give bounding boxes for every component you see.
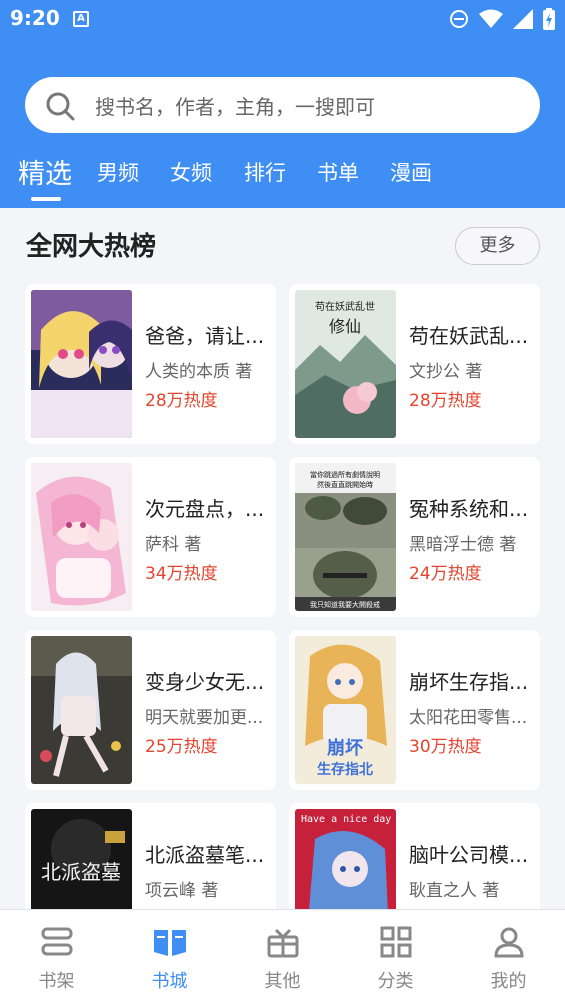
nav-bookstore[interactable]: 书城 [113, 910, 226, 1004]
book-author: 明天就要加更... [145, 708, 264, 728]
user-icon [494, 927, 524, 958]
book-card[interactable]: 次元盘点，... 萨科 著 34万热度 [25, 457, 276, 617]
tab-female[interactable]: 女频 [170, 157, 212, 187]
search-bar[interactable]: 搜书名，作者，主角，一搜即可 [25, 77, 540, 133]
book-cover: 崩坏 生存指北 [295, 636, 396, 784]
book-title: 变身少女无... [145, 670, 265, 694]
svg-text:修仙: 修仙 [329, 317, 361, 336]
book-heat: 25万热度 [145, 737, 218, 757]
svg-text:苟在妖武乱世: 苟在妖武乱世 [315, 300, 375, 313]
header: 9:20 A 搜书名，作者，主角，一搜即可 精选 男频 女频 排行 书单 漫画 [0, 0, 565, 208]
book-card[interactable]: 变身少女无... 明天就要加更... 25万热度 [25, 630, 276, 790]
book-cover [31, 290, 132, 438]
book-title: 崩坏生存指... [409, 670, 529, 694]
book-heat: 30万热度 [409, 737, 482, 757]
tab-featured[interactable]: 精选 [18, 152, 72, 191]
active-tab-indicator [31, 197, 61, 201]
tab-comics[interactable]: 漫画 [390, 157, 432, 187]
book-heat: 34万热度 [145, 564, 218, 584]
book-author: 萨科 著 [145, 535, 202, 555]
nav-profile[interactable]: 我的 [452, 910, 565, 1004]
book-card[interactable]: 苟在妖武乱世 修仙 苟在妖武乱... 文抄公 著 28万热度 [289, 284, 540, 444]
nav-label: 其他 [264, 971, 301, 992]
book-author: 太阳花田零售... [409, 708, 528, 728]
svg-text:崩坏: 崩坏 [327, 737, 363, 759]
svg-text:生存指北: 生存指北 [317, 761, 373, 778]
nav-label: 书架 [38, 971, 75, 992]
tab-ranking[interactable]: 排行 [244, 157, 286, 187]
svg-text:然後直直跳開始時: 然後直直跳開始時 [317, 480, 373, 489]
book-heat: 28万热度 [409, 391, 482, 411]
section-title: 全网大热榜 [26, 232, 157, 262]
svg-text:Have a nice day: Have a nice day [301, 814, 391, 825]
wifi-icon [479, 9, 503, 28]
book-card[interactable]: 爸爸，请让... 人类的本质 著 28万热度 [25, 284, 276, 444]
book-title: 冤种系统和... [409, 497, 529, 521]
book-title: 北派盗墓笔... [145, 843, 265, 867]
book-author: 项云峰 著 [145, 881, 219, 901]
search-icon [46, 92, 75, 121]
book-card[interactable]: 崩坏 生存指北 崩坏生存指... 太阳花田零售... 30万热度 [289, 630, 540, 790]
nav-label: 我的 [490, 971, 527, 992]
book-cover [31, 636, 132, 784]
nav-label: 分类 [377, 971, 414, 992]
book-title: 苟在妖武乱... [409, 324, 529, 348]
svg-text:當你跳過所有劇情說明: 當你跳過所有劇情說明 [310, 470, 380, 479]
nav-bookshelf[interactable]: 书架 [0, 910, 113, 1004]
notification-icon: A [73, 11, 89, 27]
book-cover [31, 463, 132, 611]
bottom-nav: 书架 书城 其他 分类 我的 [0, 909, 565, 1004]
status-time: 9:20 [10, 6, 60, 30]
book-title: 爸爸，请让... [145, 324, 265, 348]
nav-label: 书城 [151, 971, 188, 992]
book-author: 人类的本质 著 [145, 362, 253, 382]
tab-male[interactable]: 男频 [97, 157, 139, 187]
signal-icon [513, 9, 533, 29]
svg-text:北派盗墓: 北派盗墓 [41, 860, 121, 884]
search-placeholder: 搜书名，作者，主角，一搜即可 [95, 95, 375, 119]
open-book-icon [154, 930, 186, 956]
nav-other[interactable]: 其他 [226, 910, 339, 1004]
bookshelf-icon [41, 927, 73, 956]
book-title: 脑叶公司模... [409, 843, 529, 867]
more-button[interactable]: 更多 [455, 227, 540, 265]
grid-icon [380, 926, 412, 958]
do-not-disturb-icon [450, 10, 468, 28]
nav-category[interactable]: 分类 [339, 910, 452, 1004]
tab-booklist[interactable]: 书单 [317, 157, 359, 187]
book-author: 黑暗浮士德 著 [409, 535, 517, 555]
gift-icon [267, 928, 299, 958]
book-cover: 當你跳過所有劇情說明 然後直直跳開始時 我只知道我要大開殺戒 [295, 463, 396, 611]
book-author: 耿直之人 著 [409, 881, 500, 901]
book-title: 次元盘点，... [145, 497, 265, 521]
battery-icon [543, 8, 555, 30]
book-heat: 24万热度 [409, 564, 482, 584]
book-heat: 28万热度 [145, 391, 218, 411]
category-tabs: 精选 男频 女频 排行 书单 漫画 [0, 150, 565, 206]
book-card[interactable]: 當你跳過所有劇情說明 然後直直跳開始時 我只知道我要大開殺戒 冤种系统和... … [289, 457, 540, 617]
book-author: 文抄公 著 [409, 362, 483, 382]
svg-text:我只知道我要大開殺戒: 我只知道我要大開殺戒 [310, 600, 380, 609]
book-cover: 苟在妖武乱世 修仙 [295, 290, 396, 438]
status-bar: 9:20 A [0, 0, 565, 40]
